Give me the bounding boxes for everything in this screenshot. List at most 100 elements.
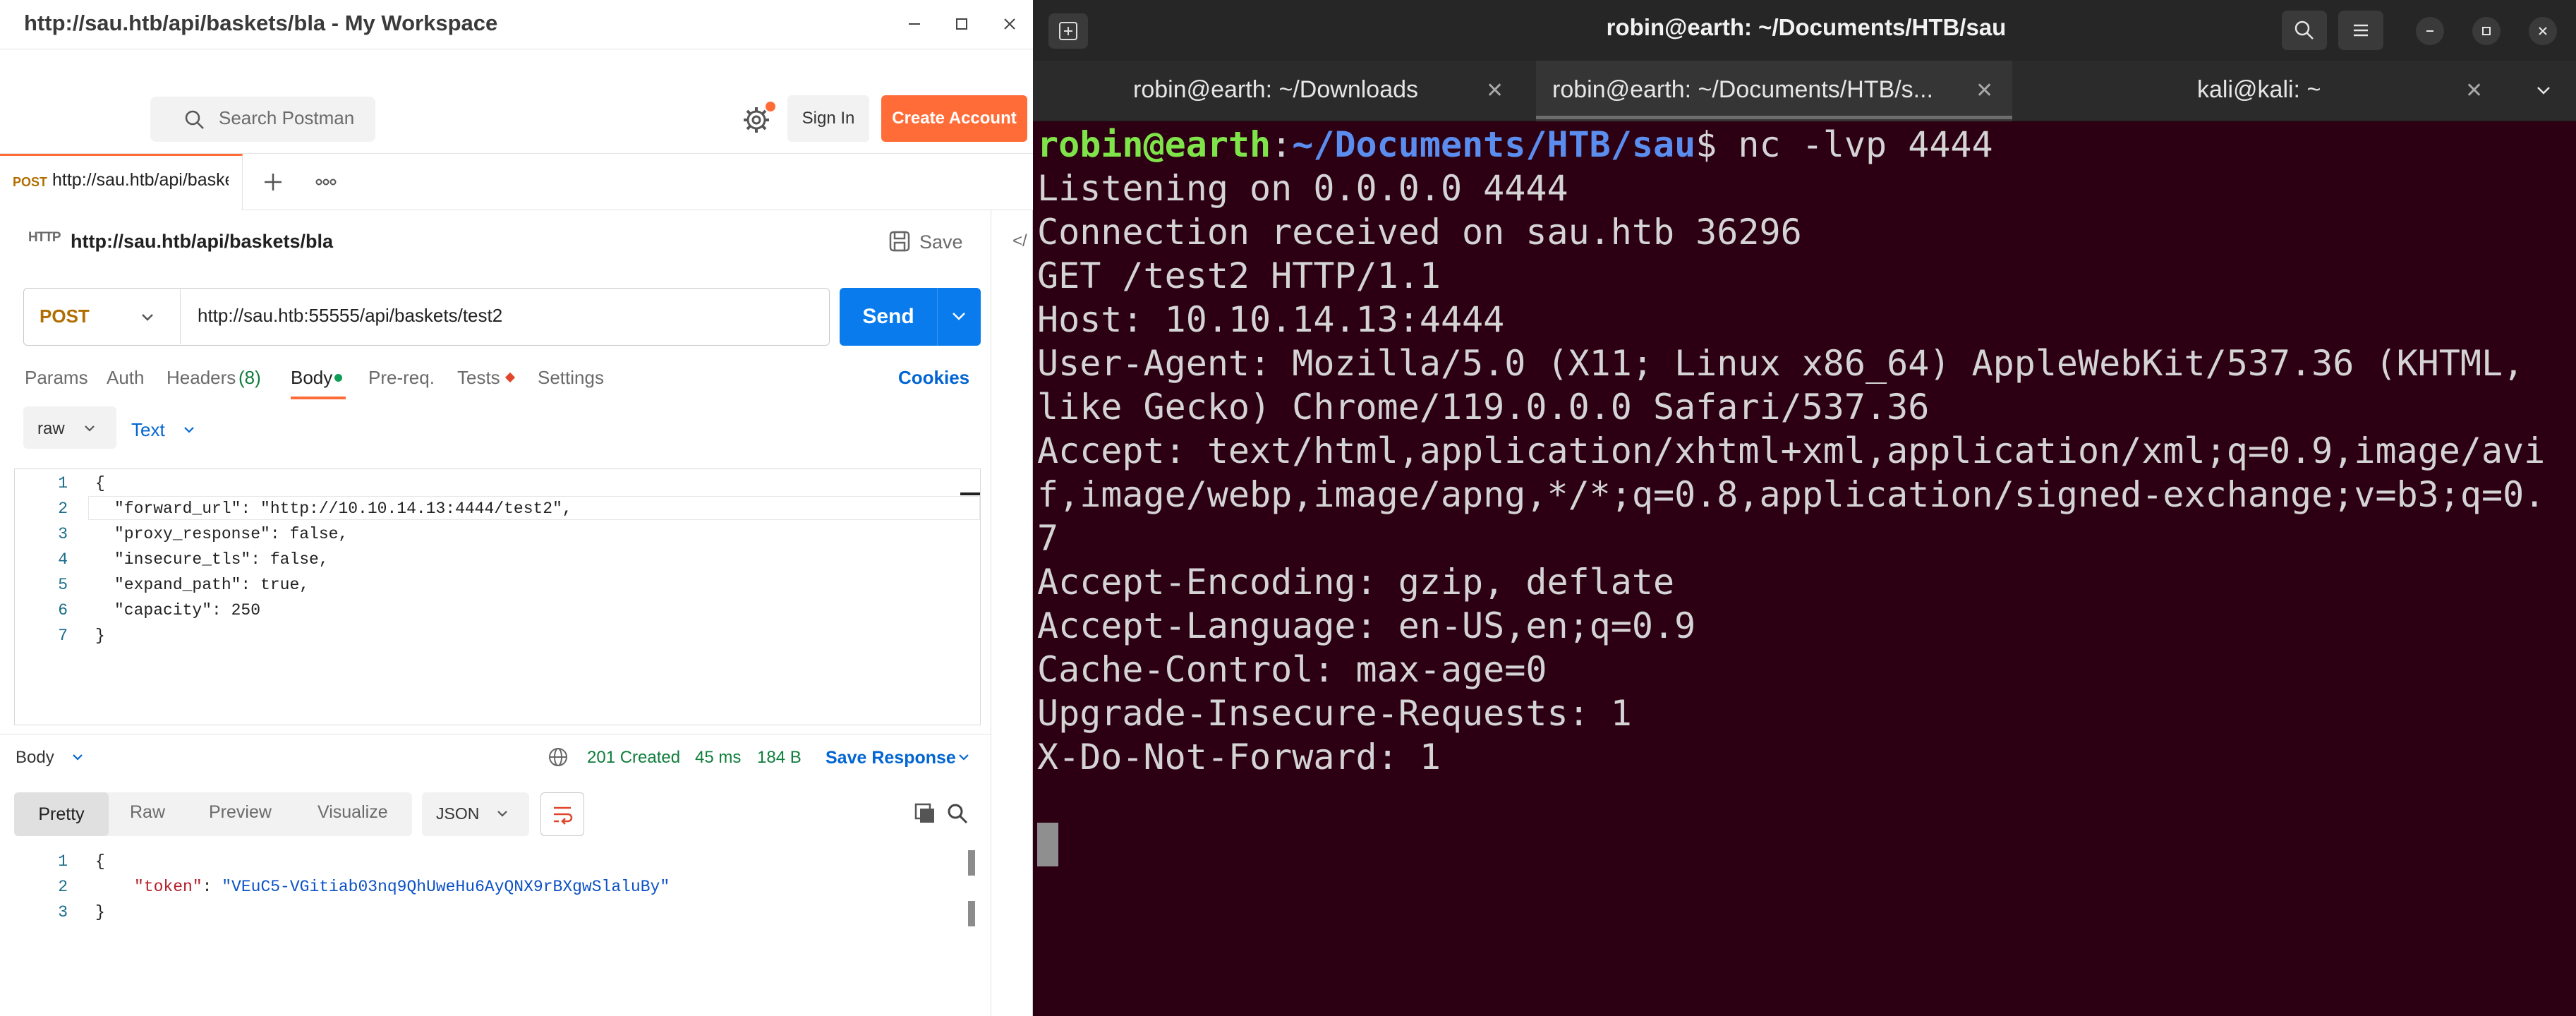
terminal-prompt-line: robin@earth:~/Documents/HTB/sau$ nc -lvp… <box>1037 124 1993 165</box>
chevron-down-icon[interactable] <box>948 306 969 327</box>
tab-params[interactable]: Params <box>25 367 88 389</box>
terminal-output-line: Connection received on sau.htb 36296 <box>1037 212 1802 253</box>
scrollbar-thumb[interactable] <box>968 901 975 926</box>
chevron-down-icon[interactable] <box>138 307 157 327</box>
notification-dot <box>766 102 775 111</box>
close-icon <box>1004 18 1015 30</box>
token-separator: : <box>202 878 222 896</box>
view-visualize[interactable]: Visualize <box>318 802 388 823</box>
code-line: "expand_path": true, <box>114 576 310 594</box>
terminal-window-title: robin@earth: ~/Documents/HTB/sau <box>1606 14 2007 40</box>
create-account-button[interactable]: Create Account <box>881 95 1027 142</box>
token-key: "token" <box>134 878 202 896</box>
terminal-tab-sau[interactable]: robin@earth: ~/Documents/HTB/s... <box>1552 76 1933 104</box>
code-toggle-icon[interactable]: </ <box>1012 231 1027 251</box>
http-icon: HTTP <box>28 230 61 245</box>
request-name[interactable]: http://sau.htb/api/baskets/bla <box>71 231 333 253</box>
save-response-button[interactable]: Save Response <box>826 748 956 768</box>
terminal-minimize-button[interactable] <box>2416 17 2444 45</box>
scrollbar-thumb[interactable] <box>968 850 975 876</box>
chevron-down-icon[interactable] <box>2533 80 2554 101</box>
save-icon[interactable] <box>888 229 912 253</box>
terminal-output-line: Host: 10.10.14.13:4444 <box>1037 299 1505 340</box>
response-open-brace: { <box>95 852 105 871</box>
tab-settings[interactable]: Settings <box>538 367 604 389</box>
close-button[interactable] <box>996 10 1024 38</box>
view-pretty[interactable]: Pretty <box>14 792 109 836</box>
line-number: 7 <box>58 627 68 645</box>
terminal-menu-button[interactable] <box>2338 11 2383 50</box>
maximize-icon <box>2482 27 2491 35</box>
plus-icon[interactable] <box>258 167 289 198</box>
minimize-button[interactable] <box>900 10 929 38</box>
view-raw[interactable]: Raw <box>130 802 165 823</box>
terminal-search-button[interactable] <box>2282 11 2327 50</box>
terminal-output-line: f,image/webp,image/apng,*/*;q=0.8,applic… <box>1037 474 2546 515</box>
format-label: JSON <box>436 804 480 823</box>
maximize-button[interactable] <box>948 10 976 38</box>
globe-icon[interactable] <box>547 746 569 768</box>
terminal-tab-kali[interactable]: kali@kali: ~ <box>2197 76 2321 104</box>
method-separator <box>180 289 181 344</box>
active-tab-indicator <box>1536 116 2012 119</box>
tab-body[interactable]: Body <box>291 367 332 389</box>
more-icon[interactable] <box>310 167 341 198</box>
response-line-number: 3 <box>58 903 68 921</box>
response-token-line: "token": "VEuC5-VGitiab03nq9QhUweHu6AyQN… <box>134 878 670 896</box>
copy-icon[interactable] <box>913 802 937 826</box>
line-number: 1 <box>58 474 68 492</box>
line-number: 6 <box>58 601 68 619</box>
terminal-output-line: 7 <box>1037 518 1059 559</box>
wrap-lines-button[interactable] <box>540 792 584 836</box>
close-icon <box>2539 27 2547 35</box>
tab-auth[interactable]: Auth <box>107 367 145 389</box>
hamburger-icon <box>2354 24 2368 37</box>
headers-count: (8) <box>238 367 261 388</box>
send-separator <box>937 288 938 346</box>
chevron-down-icon[interactable] <box>181 421 198 438</box>
code-line: "insecure_tls": false, <box>114 550 329 569</box>
prompt-colon: : <box>1271 124 1293 165</box>
tab-headers[interactable]: Headers <box>167 367 236 389</box>
cookies-link[interactable]: Cookies <box>898 367 969 389</box>
close-icon[interactable]: ✕ <box>2465 78 2483 103</box>
chevron-down-icon[interactable] <box>69 749 86 766</box>
method-select[interactable]: POST <box>40 306 90 327</box>
tab-tests[interactable]: Tests <box>457 367 500 389</box>
minimize-icon <box>2426 30 2433 32</box>
response-body-select[interactable]: Body <box>16 748 54 768</box>
terminal-cursor[interactable] <box>1037 823 1058 866</box>
sign-in-button[interactable]: Sign In <box>787 95 869 142</box>
line-number: 3 <box>58 525 68 543</box>
url-input[interactable]: http://sau.htb:55555/api/baskets/test2 <box>198 305 502 327</box>
chevron-down-icon[interactable] <box>81 420 98 437</box>
close-icon[interactable]: ✕ <box>1486 78 1504 103</box>
tab-url: http://sau.htb/api/baske <box>52 170 229 190</box>
chevron-down-icon[interactable] <box>494 805 511 822</box>
tab-method: POST <box>13 175 48 189</box>
body-type-select[interactable]: Text <box>131 419 165 441</box>
terminal-maximize-button[interactable] <box>2472 17 2501 45</box>
view-preview[interactable]: Preview <box>209 802 272 823</box>
terminal-output-line: X-Do-Not-Forward: 1 <box>1037 737 1441 778</box>
tab-prereq[interactable]: Pre-req. <box>368 367 435 389</box>
response-size[interactable]: 184 B <box>757 748 802 768</box>
terminal-tab-downloads[interactable]: robin@earth: ~/Downloads <box>1133 76 1418 104</box>
send-button[interactable]: Send <box>840 288 937 346</box>
response-time[interactable]: 45 ms <box>695 748 741 768</box>
terminal-output-line: Upgrade-Insecure-Requests: 1 <box>1037 693 1632 734</box>
line-number: 2 <box>58 500 68 518</box>
save-button[interactable]: Save <box>919 231 963 253</box>
terminal-output-line: Accept-Encoding: gzip, deflate <box>1037 562 1675 603</box>
code-line: } <box>95 627 105 645</box>
search-icon <box>185 110 204 129</box>
chevron-down-icon[interactable] <box>955 749 972 766</box>
body-indicator-dot <box>334 374 342 382</box>
search-icon[interactable] <box>945 802 969 826</box>
response-status[interactable]: 201 Created <box>587 748 680 768</box>
token-value[interactable]: "VEuC5-VGitiab03nq9QhUweHu6AyQNX9rBXgwSl… <box>222 878 670 896</box>
new-tab-button[interactable] <box>1048 13 1088 49</box>
close-icon[interactable]: ✕ <box>1976 78 1993 103</box>
terminal-close-button[interactable] <box>2529 17 2557 45</box>
response-close-brace: } <box>95 903 105 921</box>
